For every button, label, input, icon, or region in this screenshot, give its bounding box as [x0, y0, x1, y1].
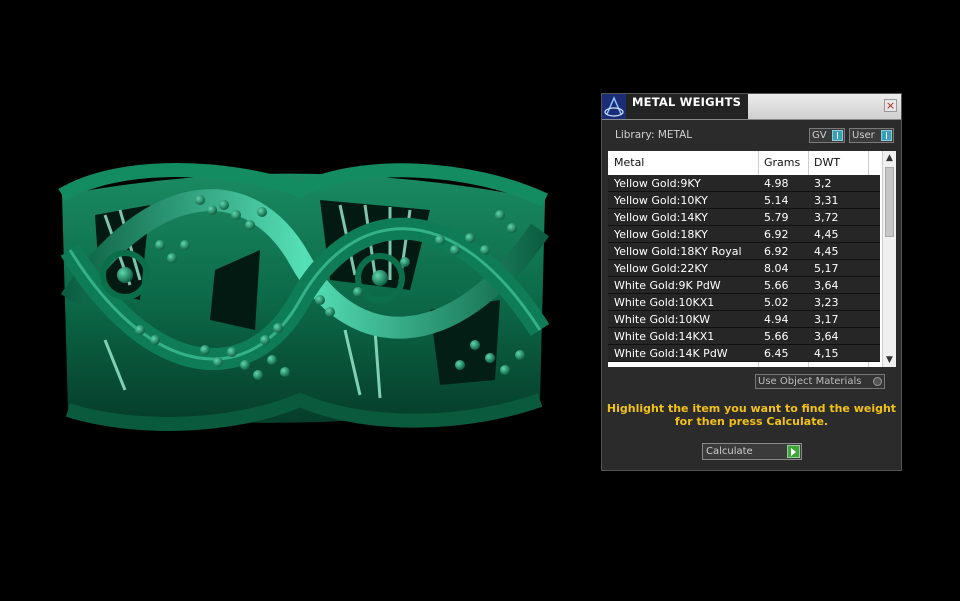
user-toggle-label: User [852, 130, 875, 141]
table-row[interactable]: White Gold:9K PdW 5.66 3,64 [608, 277, 880, 294]
library-label: Library: METAL [615, 129, 693, 141]
table-row[interactable]: Yellow Gold:18KY Royal 6.92 4,45 [608, 243, 880, 260]
dwt-cell: 3,17 [814, 313, 839, 326]
grams-cell: 4.98 [764, 177, 789, 190]
metal-weights-dialog: METAL WEIGHTS × Library: METAL GV User M… [601, 93, 902, 471]
metal-cell: White Gold:10KX1 [614, 296, 715, 309]
column-header-metal[interactable]: Metal [614, 156, 644, 169]
dwt-cell: 3,64 [814, 279, 839, 292]
grams-cell: 8.04 [764, 262, 789, 275]
table-row[interactable]: White Gold:14KX1 5.66 3,64 [608, 328, 880, 345]
user-toggle[interactable]: User [849, 128, 894, 143]
dialog-title: METAL WEIGHTS [632, 95, 742, 109]
grams-cell: 6.45 [764, 347, 789, 360]
dwt-cell: 4,15 [814, 347, 839, 360]
toggle-switch-icon [881, 130, 892, 141]
table-row[interactable]: Yellow Gold:14KY 5.79 3,72 [608, 209, 880, 226]
ring-model [58, 163, 550, 431]
grams-cell: 5.66 [764, 279, 789, 292]
dwt-cell: 3,23 [814, 296, 839, 309]
grams-cell: 5.79 [764, 211, 789, 224]
dwt-cell: 3,72 [814, 211, 839, 224]
grams-cell: 6.92 [764, 245, 789, 258]
instructions-line-1: Highlight the item you want to find the … [606, 402, 897, 415]
gv-toggle-label: GV [812, 130, 827, 141]
metal-table[interactable]: Metal Grams DWT Yellow Gold:9KY 4.98 3,2 Y… [608, 151, 896, 367]
table-row[interactable]: Yellow Gold:22KY 8.04 5,17 [608, 260, 880, 277]
instructions-text: Highlight the item you want to find the … [602, 402, 901, 428]
metal-cell: Yellow Gold:14KY [614, 211, 708, 224]
dwt-cell: 4,45 [814, 245, 839, 258]
table-row[interactable]: Yellow Gold:18KY 6.92 4,45 [608, 226, 880, 243]
gv-toggle[interactable]: GV [809, 128, 845, 143]
radio-button-icon[interactable] [873, 377, 882, 386]
calculate-button[interactable]: Calculate [702, 443, 802, 460]
column-header-grams[interactable]: Grams [764, 156, 800, 169]
use-object-materials-label: Use Object Materials [758, 376, 862, 387]
3d-viewport[interactable] [0, 0, 600, 601]
metal-cell: White Gold:9K PdW [614, 279, 721, 292]
metal-cell: White Gold:10KW [614, 313, 711, 326]
dialog-titlebar[interactable]: METAL WEIGHTS × [602, 94, 901, 120]
play-arrow-icon [787, 445, 800, 458]
use-object-materials-option[interactable]: Use Object Materials [755, 374, 885, 389]
grams-cell: 5.14 [764, 194, 789, 207]
metal-cell: White Gold:14KX1 [614, 330, 715, 343]
scroll-down-icon[interactable]: ▼ [883, 353, 896, 367]
metal-cell: Yellow Gold:22KY [614, 262, 708, 275]
grams-cell: 5.66 [764, 330, 789, 343]
table-row[interactable]: Yellow Gold:9KY 4.98 3,2 [608, 175, 880, 192]
close-button[interactable]: × [884, 99, 897, 112]
metal-cell: Yellow Gold:9KY [614, 177, 701, 190]
instructions-line-2: for then press Calculate. [674, 415, 829, 428]
grams-cell: 5.02 [764, 296, 789, 309]
metal-cell: Yellow Gold:18KY Royal [614, 245, 742, 258]
dwt-cell: 3,31 [814, 194, 839, 207]
table-body: Yellow Gold:9KY 4.98 3,2 Yellow Gold:10KY 5… [608, 175, 880, 362]
table-row[interactable]: White Gold:14K PdW 6.45 4,15 [608, 345, 880, 362]
table-row[interactable]: White Gold:10KX1 5.02 3,23 [608, 294, 880, 311]
dwt-cell: 3,64 [814, 330, 839, 343]
scroll-up-icon[interactable]: ▲ [883, 151, 896, 165]
toggle-switch-icon [832, 130, 843, 141]
dwt-cell: 4,45 [814, 228, 839, 241]
cad-logo-icon [602, 94, 626, 119]
dwt-cell: 5,17 [814, 262, 839, 275]
table-header: Metal Grams DWT [608, 151, 880, 175]
dwt-cell: 3,2 [814, 177, 832, 190]
metal-cell: White Gold:14K PdW [614, 347, 728, 360]
scroll-thumb[interactable] [885, 167, 894, 237]
table-scrollbar[interactable]: ▲ ▼ [882, 151, 896, 367]
calculate-label: Calculate [706, 446, 753, 457]
grams-cell: 6.92 [764, 228, 789, 241]
metal-cell: Yellow Gold:10KY [614, 194, 708, 207]
column-header-dwt[interactable]: DWT [814, 156, 840, 169]
table-row[interactable]: Yellow Gold:10KY 5.14 3,31 [608, 192, 880, 209]
metal-cell: Yellow Gold:18KY [614, 228, 708, 241]
table-row[interactable]: White Gold:10KW 4.94 3,17 [608, 311, 880, 328]
grams-cell: 4.94 [764, 313, 789, 326]
